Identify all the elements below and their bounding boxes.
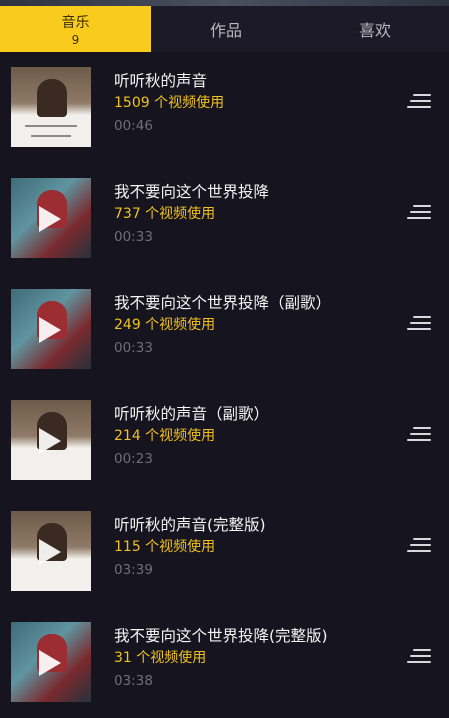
tab-bar: 音乐 9 作品 喜欢 (0, 6, 449, 52)
tab-works[interactable]: 作品 (151, 6, 301, 52)
song-list: 听听秋的声音 1509 个视频使用 00:46 我不要向这个世界投降 737 个… (0, 52, 449, 718)
song-usage: 31 个视频使用 (114, 650, 207, 666)
song-duration: 00:33 (114, 229, 153, 245)
tab-music[interactable]: 音乐 9 (0, 6, 151, 52)
song-usage: 115 个视频使用 (114, 539, 216, 555)
song-duration: 00:33 (114, 340, 153, 356)
playlist-menu-icon[interactable] (407, 205, 431, 223)
playlist-menu-icon[interactable] (407, 316, 431, 334)
play-icon[interactable] (39, 317, 61, 343)
song-cover[interactable] (11, 67, 91, 147)
song-title: 我不要向这个世界投降（副歌） (114, 294, 332, 312)
list-item[interactable]: 我不要向这个世界投降(完整版) 31 个视频使用 03:38 (0, 607, 449, 718)
song-cover[interactable] (11, 511, 91, 591)
playlist-menu-icon[interactable] (407, 427, 431, 445)
song-title: 听听秋的声音 (114, 72, 208, 90)
song-title: 听听秋的声音（副歌） (114, 405, 270, 423)
song-duration: 03:39 (114, 562, 153, 578)
play-icon[interactable] (39, 206, 61, 232)
list-item[interactable]: 听听秋的声音 1509 个视频使用 00:46 (0, 52, 449, 163)
song-cover[interactable] (11, 289, 91, 369)
song-duration: 00:23 (114, 451, 153, 467)
song-duration: 03:38 (114, 673, 153, 689)
song-duration: 00:46 (114, 118, 153, 134)
cover-figure (37, 79, 67, 117)
song-title: 我不要向这个世界投降(完整版) (114, 627, 328, 645)
tab-music-label: 音乐 (61, 14, 90, 31)
song-title: 我不要向这个世界投降 (114, 183, 270, 201)
song-title: 听听秋的声音(完整版) (114, 516, 266, 534)
list-item[interactable]: 听听秋的声音（副歌） 214 个视频使用 00:23 (0, 385, 449, 496)
tab-works-label: 作品 (209, 21, 242, 40)
playlist-menu-icon[interactable] (407, 538, 431, 556)
song-cover[interactable] (11, 622, 91, 702)
play-icon[interactable] (39, 650, 61, 676)
song-usage: 737 个视频使用 (114, 206, 216, 222)
tab-likes-label: 喜欢 (358, 21, 391, 40)
tab-music-count: 9 (71, 32, 80, 47)
tab-likes[interactable]: 喜欢 (301, 6, 449, 52)
song-cover[interactable] (11, 178, 91, 258)
song-cover[interactable] (11, 400, 91, 480)
song-usage: 249 个视频使用 (114, 317, 216, 333)
cover-caption (25, 125, 77, 127)
playlist-menu-icon[interactable] (407, 94, 431, 112)
list-item[interactable]: 我不要向这个世界投降（副歌） 249 个视频使用 00:33 (0, 274, 449, 385)
song-usage: 214 个视频使用 (114, 428, 216, 444)
play-icon[interactable] (39, 428, 61, 454)
song-usage: 1509 个视频使用 (114, 95, 225, 111)
list-item[interactable]: 听听秋的声音(完整版) 115 个视频使用 03:39 (0, 496, 449, 607)
list-item[interactable]: 我不要向这个世界投降 737 个视频使用 00:33 (0, 163, 449, 274)
cover-caption (31, 135, 71, 137)
playlist-menu-icon[interactable] (407, 649, 431, 667)
play-icon[interactable] (39, 539, 61, 565)
